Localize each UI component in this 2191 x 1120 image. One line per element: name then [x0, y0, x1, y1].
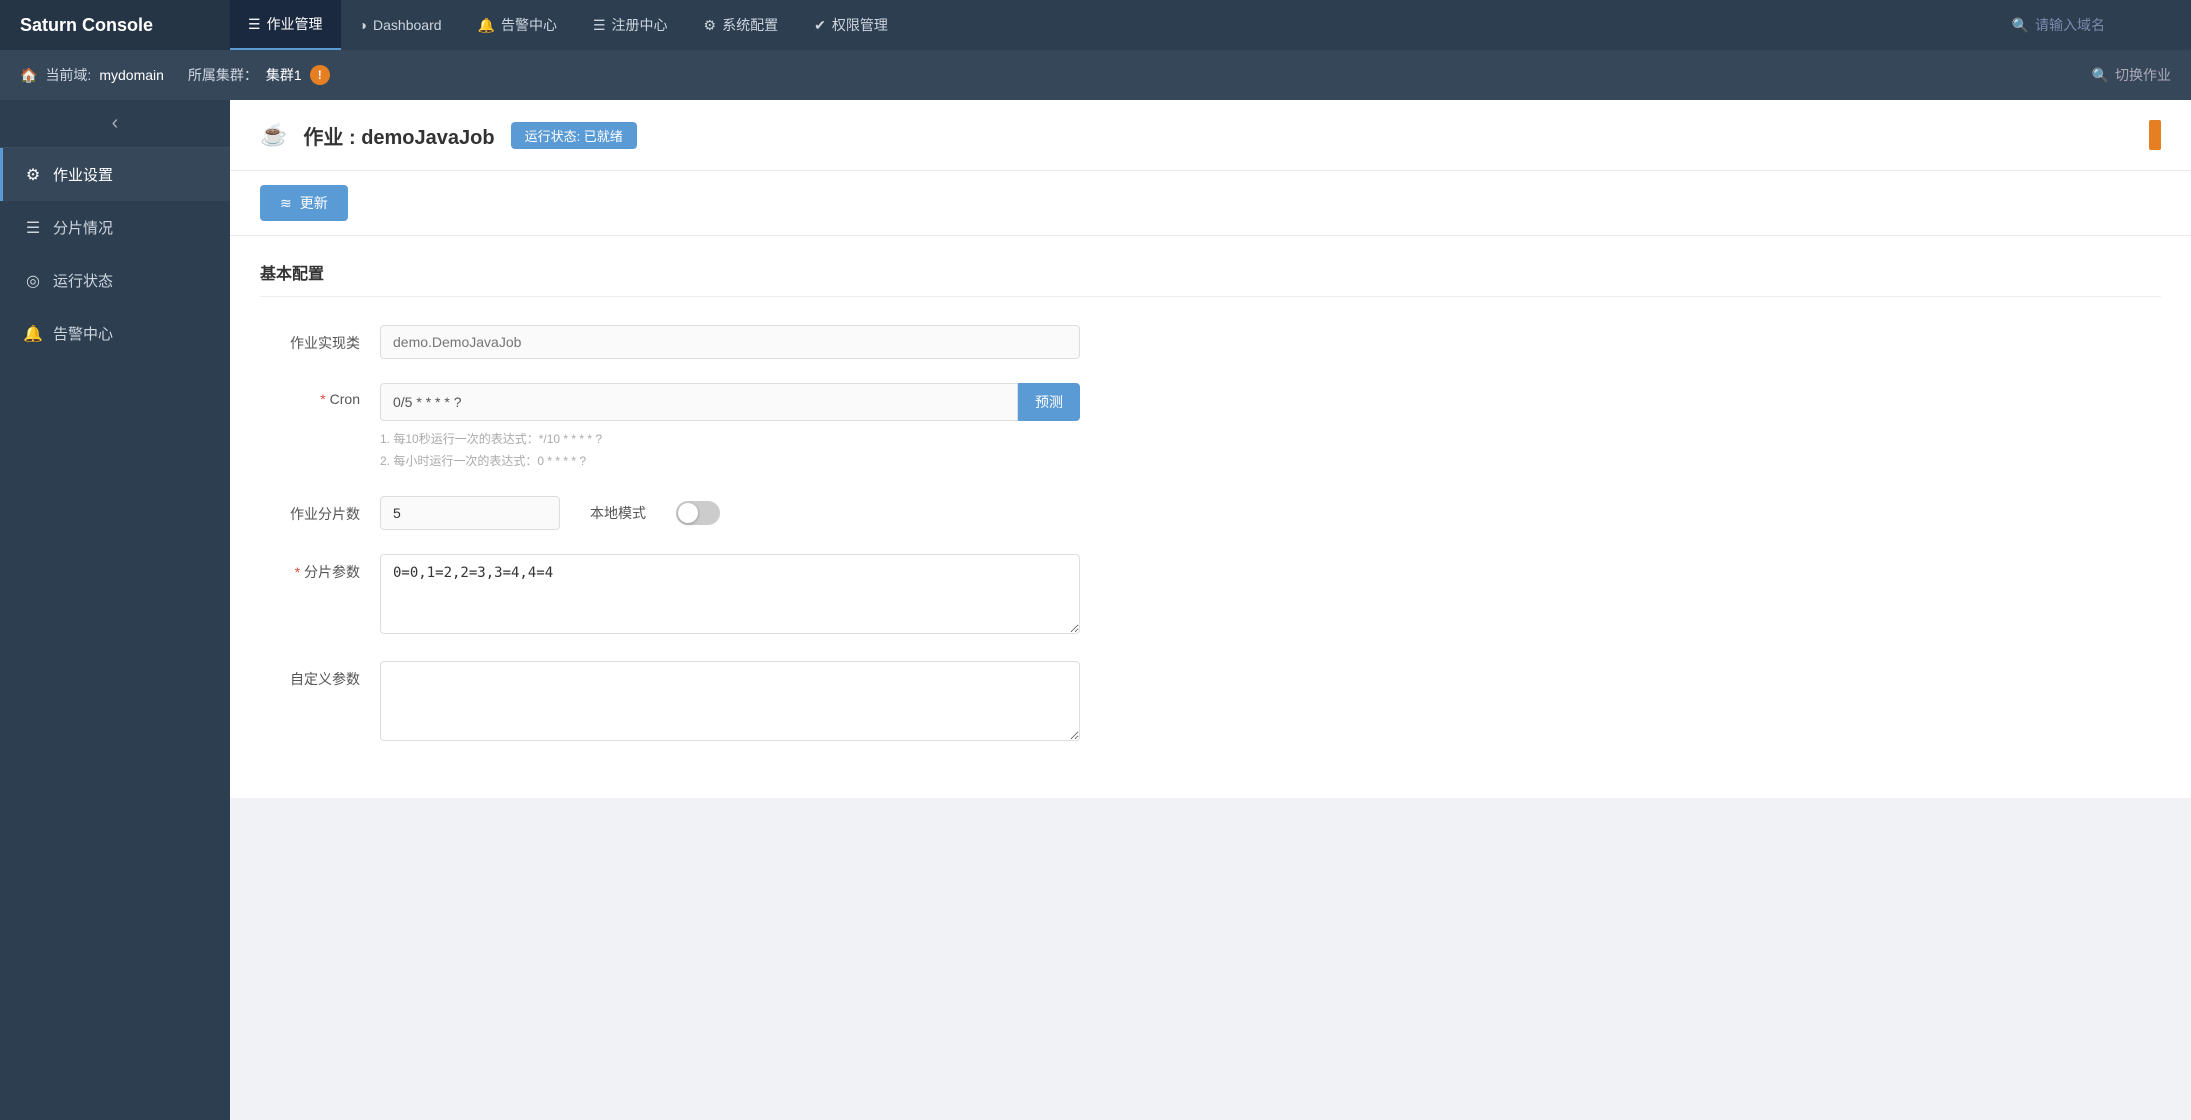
- cron-hints: 1. 每10秒运行一次的表达式：*/10 * * * * ? 2. 每小时运行一…: [380, 429, 1080, 472]
- shard-params-textarea[interactable]: 0=0,1=2,2=3,3=4,4=4: [380, 554, 1080, 634]
- page-header: ☕ 作业 : demoJavaJob 运行状态: 已就绪: [230, 100, 2191, 171]
- shard-params-label: 分片参数: [260, 554, 360, 582]
- cron-label: Cron: [260, 383, 360, 407]
- orange-indicator: [2149, 120, 2161, 150]
- section-title: 基本配置: [260, 260, 2161, 297]
- form-row-shard: 作业分片数 ▲ ▼ 本地模式: [260, 496, 2161, 530]
- job-class-label: 作业实现类: [260, 325, 360, 353]
- status-badge: 运行状态: 已就绪: [511, 122, 637, 149]
- form-section: 基本配置 作业实现类 Cron 预测 1. 每10秒运行一次的表达式：*/10: [230, 236, 2191, 798]
- update-label: 更新: [300, 193, 328, 213]
- warning-icon[interactable]: !: [310, 65, 330, 85]
- predict-button[interactable]: 预测: [1018, 383, 1080, 421]
- shard-params-control: 0=0,1=2,2=3,3=4,4=4: [380, 554, 1080, 637]
- nav-icon-job-manage: ☰: [248, 16, 261, 33]
- local-mode-label: 本地模式: [590, 503, 646, 523]
- cron-input[interactable]: [380, 383, 1018, 421]
- gear-icon: ⚙: [23, 165, 43, 185]
- nav-label-job-manage: 作业管理: [267, 14, 323, 34]
- page-title: 作业 : demoJavaJob: [303, 121, 494, 150]
- nav-icon-permission: ✔: [814, 17, 826, 34]
- job-type-icon: ☕: [260, 122, 287, 148]
- job-class-input[interactable]: [380, 325, 1080, 359]
- nav-label-system: 系统配置: [722, 15, 778, 35]
- layout: ‹ ⚙ 作业设置 ☰ 分片情况 ◎ 运行状态 🔔 告警中心 ☕ 作业 : dem…: [0, 100, 2191, 1120]
- search-icon: 🔍: [2012, 17, 2029, 34]
- job-class-control: [380, 325, 1080, 359]
- update-icon: ≋: [280, 195, 292, 212]
- switch-job-label: 切换作业: [2115, 65, 2171, 85]
- nav-item-permission[interactable]: ✔ 权限管理: [796, 0, 906, 50]
- toggle-track: [676, 501, 720, 525]
- custom-params-label: 自定义参数: [260, 661, 360, 689]
- nav-label-registry: 注册中心: [612, 15, 668, 35]
- home-icon: 🏠: [20, 67, 37, 84]
- sidebar-item-run-status[interactable]: ◎ 运行状态: [0, 254, 230, 307]
- nav-search: 🔍: [1996, 17, 2191, 34]
- domain-name: mydomain: [99, 67, 164, 83]
- nav-label-alert: 告警中心: [501, 15, 557, 35]
- nav-item-job-manage[interactable]: ☰ 作业管理: [230, 0, 341, 50]
- local-mode-toggle[interactable]: [676, 501, 720, 525]
- nav-label-dashboard: Dashboard: [373, 17, 442, 33]
- nav-icon-alert: 🔔: [478, 17, 495, 34]
- sidebar: ‹ ⚙ 作业设置 ☰ 分片情况 ◎ 运行状态 🔔 告警中心: [0, 100, 230, 1120]
- nav-item-system-config[interactable]: ⚙ 系统配置: [686, 0, 797, 50]
- cluster-label: 所属集群：: [188, 65, 258, 85]
- toggle-thumb: [678, 503, 698, 523]
- cron-control: 预测 1. 每10秒运行一次的表达式：*/10 * * * * ? 2. 每小时…: [380, 383, 1080, 472]
- bell-icon: 🔔: [23, 324, 43, 344]
- form-row-job-class: 作业实现类: [260, 325, 2161, 359]
- nav-item-dashboard[interactable]: ◑ Dashboard: [341, 0, 460, 50]
- title-prefix: 作业 :: [303, 127, 361, 149]
- sidebar-item-job-settings[interactable]: ⚙ 作业设置: [0, 148, 230, 201]
- sidebar-label-run-status: 运行状态: [53, 270, 113, 291]
- form-row-custom-params: 自定义参数: [260, 661, 2161, 744]
- nav-item-registry[interactable]: ☰ 注册中心: [575, 0, 686, 50]
- nav-icon-registry: ☰: [593, 17, 606, 34]
- collapse-icon: ‹: [112, 112, 119, 135]
- shard-count-input-wrap: ▲ ▼: [380, 496, 560, 530]
- shard-count-label: 作业分片数: [260, 496, 360, 524]
- domain-info: 🏠 当前域: mydomain 所属集群： 集群1 !: [20, 65, 330, 85]
- nav-icon-system: ⚙: [704, 17, 717, 34]
- cron-hint-1: 1. 每10秒运行一次的表达式：*/10 * * * * ?: [380, 429, 1080, 451]
- top-nav: Saturn Console ☰ 作业管理 ◑ Dashboard 🔔 告警中心…: [0, 0, 2191, 50]
- nav-label-permission: 权限管理: [832, 15, 888, 35]
- search-icon-small: 🔍: [2092, 67, 2109, 84]
- sidebar-collapse-btn[interactable]: ‹: [0, 100, 230, 148]
- cron-input-group: 预测: [380, 383, 1080, 421]
- sidebar-item-shard-status[interactable]: ☰ 分片情况: [0, 201, 230, 254]
- brand: Saturn Console: [0, 0, 230, 50]
- current-domain-label: 当前域:: [45, 65, 91, 85]
- sidebar-label-shard-status: 分片情况: [53, 217, 113, 238]
- shard-count-input[interactable]: [381, 497, 560, 529]
- list-icon: ☰: [23, 218, 43, 238]
- sidebar-label-job-settings: 作业设置: [53, 164, 113, 185]
- nav-icon-dashboard: ◑: [359, 17, 367, 33]
- cluster-name: 集群1: [266, 65, 302, 85]
- sidebar-label-alert: 告警中心: [53, 323, 113, 344]
- cron-hint-2: 2. 每小时运行一次的表达式：0 * * * * ?: [380, 451, 1080, 473]
- custom-params-textarea[interactable]: [380, 661, 1080, 741]
- switch-job[interactable]: 🔍 切换作业: [2092, 65, 2171, 85]
- job-name: demoJavaJob: [361, 127, 494, 149]
- custom-params-control: [380, 661, 1080, 744]
- toolbar: ≋ 更新: [230, 171, 2191, 236]
- nav-items: ☰ 作业管理 ◑ Dashboard 🔔 告警中心 ☰ 注册中心 ⚙ 系统配置 …: [230, 0, 1996, 50]
- brand-text: Saturn Console: [20, 15, 153, 36]
- update-button[interactable]: ≋ 更新: [260, 185, 348, 221]
- shard-count-control: ▲ ▼ 本地模式: [380, 496, 1080, 530]
- form-row-shard-params: 分片参数 0=0,1=2,2=3,3=4,4=4: [260, 554, 2161, 637]
- sidebar-item-alert[interactable]: 🔔 告警中心: [0, 307, 230, 360]
- search-input[interactable]: [2035, 17, 2175, 33]
- domain-bar: 🏠 当前域: mydomain 所属集群： 集群1 ! 🔍 切换作业: [0, 50, 2191, 100]
- form-row-cron: Cron 预测 1. 每10秒运行一次的表达式：*/10 * * * * ? 2…: [260, 383, 2161, 472]
- circle-icon: ◎: [23, 271, 43, 291]
- nav-item-alert-center[interactable]: 🔔 告警中心: [460, 0, 575, 50]
- main-content: ☕ 作业 : demoJavaJob 运行状态: 已就绪 ≋ 更新 基本配置 作…: [230, 100, 2191, 1120]
- shard-and-toggle-row: ▲ ▼ 本地模式: [380, 496, 1080, 530]
